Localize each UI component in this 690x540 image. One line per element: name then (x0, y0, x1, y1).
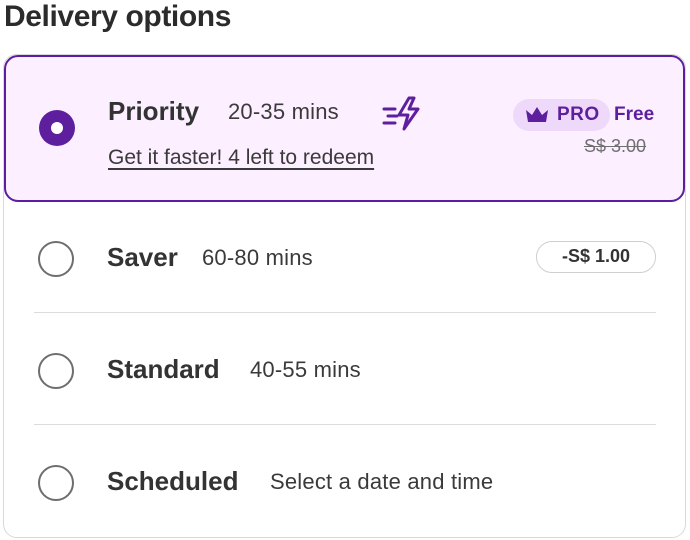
section-heading: Delivery options (4, 0, 231, 33)
radio-priority[interactable] (39, 110, 75, 146)
lightning-bolt-icon (382, 96, 420, 131)
delivery-options-card: Priority 20-35 mins Get it faster! 4 lef… (3, 54, 686, 538)
price-free: Free (614, 104, 655, 125)
radio-saver[interactable] (38, 241, 74, 277)
radio-scheduled[interactable] (38, 465, 74, 501)
option-time-scheduled[interactable]: Select a date and time (270, 469, 493, 495)
redeem-promo-link[interactable]: Get it faster! 4 left to redeem (108, 146, 374, 170)
divider (34, 312, 656, 313)
crown-icon (526, 107, 548, 122)
pro-badge: PRO (513, 99, 610, 131)
option-title-standard: Standard (107, 354, 220, 384)
radio-standard[interactable] (38, 353, 74, 389)
option-time-saver: 60-80 mins (202, 245, 313, 270)
option-time-priority: 20-35 mins (228, 99, 339, 124)
original-price: S$ 3.00 (584, 136, 647, 156)
delivery-options-page: Delivery options Priority 20-35 mins Get… (0, 0, 690, 540)
option-title-saver: Saver (107, 242, 178, 272)
option-time-standard: 40-55 mins (250, 357, 361, 382)
option-title-scheduled: Scheduled (107, 466, 239, 496)
discount-badge: -S$ 1.00 (536, 241, 656, 273)
delivery-option-priority[interactable]: Priority 20-35 mins Get it faster! 4 lef… (4, 55, 685, 202)
option-title-priority: Priority (108, 96, 200, 126)
divider (34, 424, 656, 425)
pro-label: PRO (557, 104, 600, 125)
